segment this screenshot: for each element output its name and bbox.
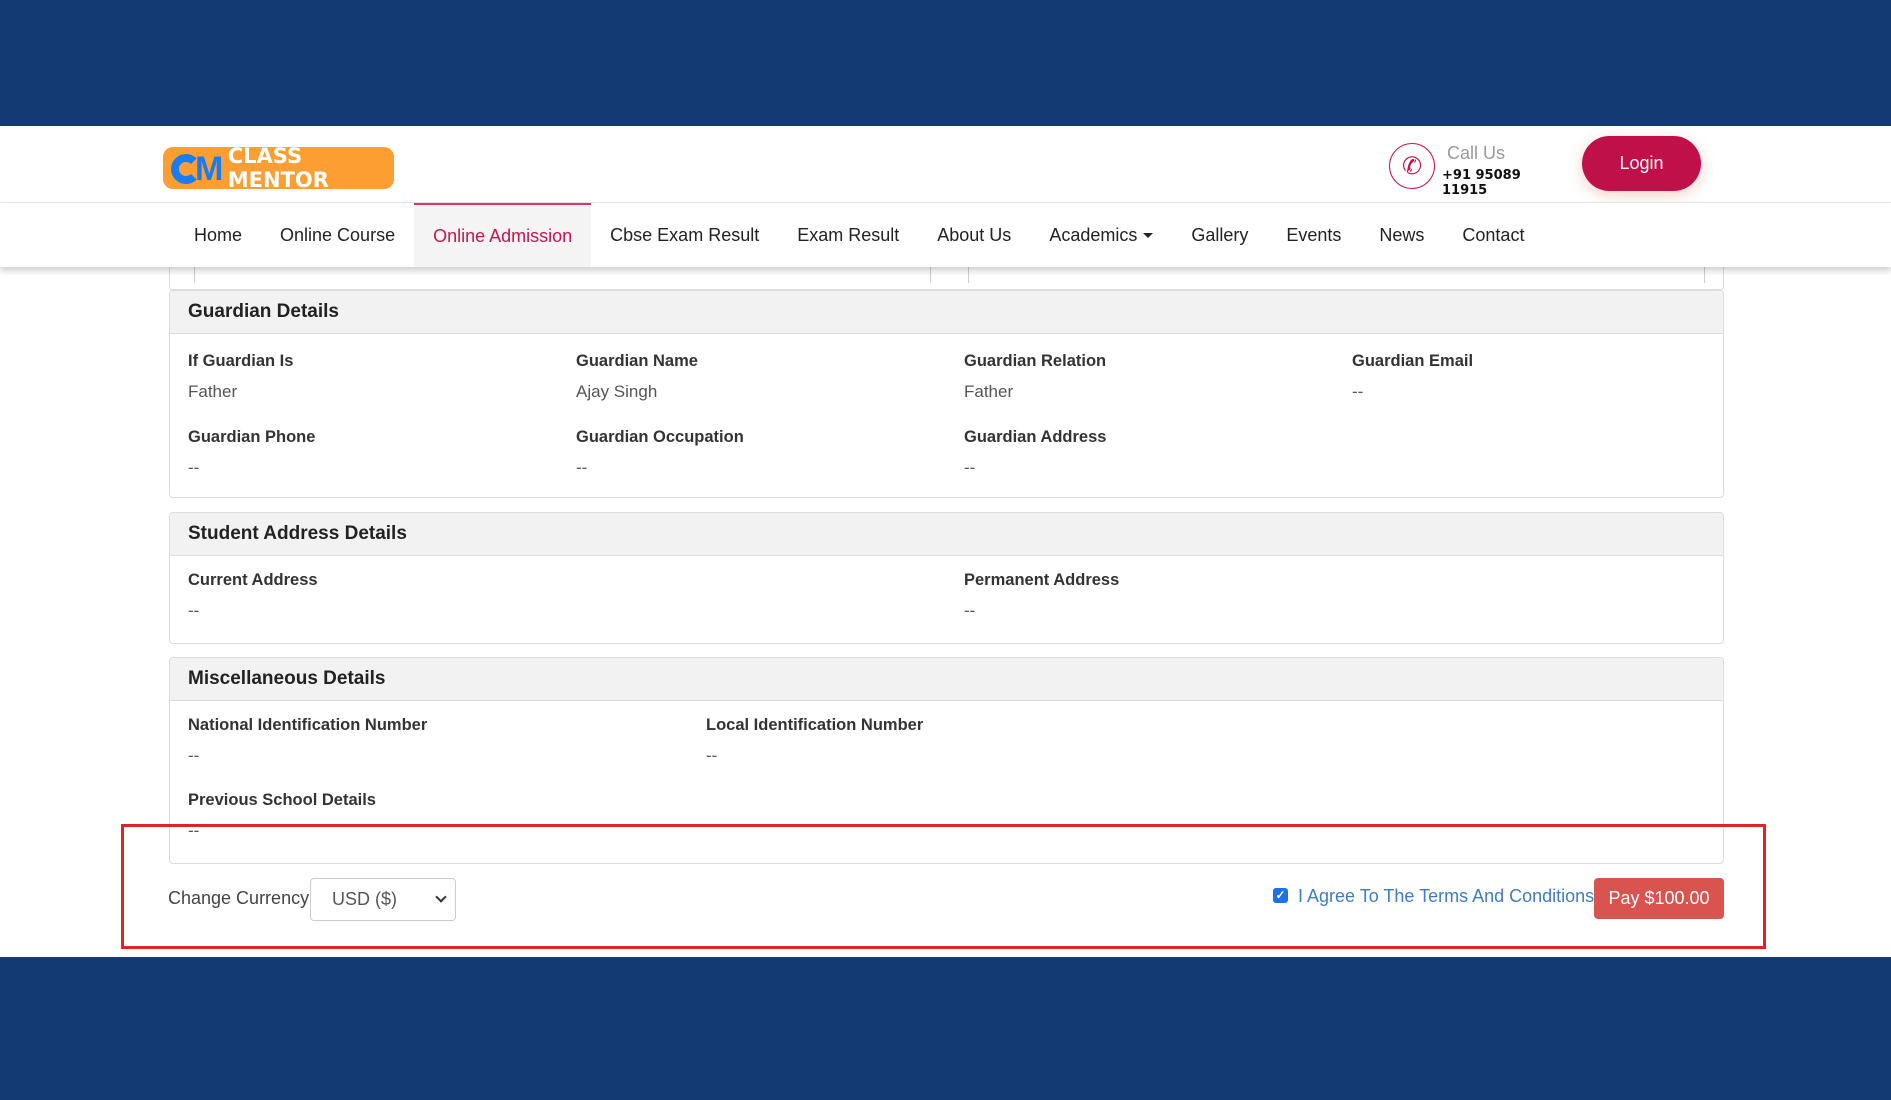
field-national-id: National Identification Number -- bbox=[188, 716, 427, 766]
nav-label: Academics bbox=[1049, 224, 1138, 245]
nav-label: Exam Result bbox=[797, 224, 900, 245]
field-label: If Guardian Is bbox=[188, 352, 294, 370]
pay-button[interactable]: Pay $100.00 bbox=[1594, 878, 1724, 919]
currency-select[interactable]: USD ($) bbox=[310, 878, 456, 921]
field-label: Previous School Details bbox=[188, 791, 376, 809]
previous-field bbox=[968, 267, 1705, 283]
nav-item-online-admission[interactable]: Online Admission bbox=[414, 203, 592, 267]
nav-item-about-us[interactable]: About Us bbox=[918, 203, 1030, 267]
field-label: Permanent Address bbox=[964, 571, 1120, 589]
field-guardian-email: Guardian Email -- bbox=[1352, 352, 1473, 402]
field-label: National Identification Number bbox=[188, 716, 428, 734]
nav-item-news[interactable]: News bbox=[1360, 203, 1443, 267]
field-guardian-relation: Guardian Relation Father bbox=[964, 352, 1106, 402]
nav-item-cbse-exam-result[interactable]: Cbse Exam Result bbox=[591, 203, 778, 267]
call-us: ✆ Call Us +91 95089 11915 bbox=[1389, 141, 1549, 198]
nav-label: Online Course bbox=[280, 224, 396, 245]
nav-item-exam-result[interactable]: Exam Result bbox=[778, 203, 918, 267]
logo-mark-icon: M bbox=[171, 152, 224, 186]
field-label: Guardian Email bbox=[1352, 352, 1474, 370]
field-value: -- bbox=[964, 601, 976, 620]
nav-label: Cbse Exam Result bbox=[610, 224, 760, 245]
nav-item-gallery[interactable]: Gallery bbox=[1172, 203, 1267, 267]
student-address-card: Student Address Details Current Address … bbox=[169, 512, 1724, 644]
nav-label: About Us bbox=[937, 224, 1012, 245]
guardian-details-card: Guardian Details If Guardian Is Father G… bbox=[169, 290, 1724, 498]
field-local-id: Local Identification Number -- bbox=[706, 716, 923, 766]
chevron-down-icon bbox=[435, 891, 447, 903]
field-current-address: Current Address -- bbox=[188, 571, 318, 621]
nav-item-home[interactable]: Home bbox=[175, 203, 261, 267]
logo-text: CLASS MENTOR bbox=[227, 144, 329, 192]
field-guardian-address: Guardian Address -- bbox=[964, 428, 1106, 478]
nav-item-academics[interactable]: Academics bbox=[1030, 203, 1172, 267]
page: M CLASS MENTOR ✆ Call Us +91 95089 11915… bbox=[0, 126, 1891, 957]
nav-label: News bbox=[1379, 224, 1425, 245]
agree-terms-link[interactable]: I Agree To The Terms And Conditions bbox=[1298, 886, 1594, 907]
nav-label: Events bbox=[1286, 224, 1342, 245]
card-title: Miscellaneous Details bbox=[170, 658, 1723, 701]
field-label: Local Identification Number bbox=[706, 716, 924, 734]
field-label: Guardian Relation bbox=[964, 352, 1107, 370]
field-value: -- bbox=[964, 458, 976, 477]
field-previous-school: Previous School Details -- bbox=[188, 791, 376, 841]
field-value: -- bbox=[1352, 382, 1364, 401]
card-title: Student Address Details bbox=[170, 513, 1723, 556]
field-label: Guardian Address bbox=[964, 428, 1107, 446]
previous-section-edge bbox=[169, 267, 1724, 290]
field-value: -- bbox=[188, 821, 200, 840]
call-us-label: Call Us bbox=[1447, 143, 1506, 163]
top-background-band bbox=[0, 0, 1891, 126]
field-guardian-occupation: Guardian Occupation -- bbox=[576, 428, 744, 478]
field-guardian-phone: Guardian Phone -- bbox=[188, 428, 315, 478]
caret-down-icon bbox=[1143, 232, 1154, 238]
field-value: -- bbox=[576, 458, 588, 477]
login-button[interactable]: Login bbox=[1582, 136, 1701, 191]
field-value: Father bbox=[964, 382, 1014, 401]
field-value: -- bbox=[188, 746, 200, 765]
logo[interactable]: M CLASS MENTOR bbox=[163, 144, 394, 192]
field-label: Guardian Name bbox=[576, 352, 698, 370]
miscellaneous-card: Miscellaneous Details National Identific… bbox=[169, 657, 1724, 864]
nav-label: Gallery bbox=[1191, 224, 1249, 245]
field-value: -- bbox=[188, 601, 200, 620]
field-permanent-address: Permanent Address -- bbox=[964, 571, 1119, 621]
field-label: Guardian Phone bbox=[188, 428, 316, 446]
nav-label: Home bbox=[194, 224, 243, 245]
field-if-guardian-is: If Guardian Is Father bbox=[188, 352, 293, 402]
field-label: Guardian Occupation bbox=[576, 428, 744, 446]
main-nav: Home Online Course Online Admission Cbse… bbox=[0, 203, 1891, 267]
nav-label: Contact bbox=[1462, 224, 1525, 245]
field-value: Ajay Singh bbox=[576, 382, 658, 401]
previous-field bbox=[194, 267, 931, 283]
field-guardian-name: Guardian Name Ajay Singh bbox=[576, 352, 698, 402]
nav-item-online-course[interactable]: Online Course bbox=[261, 203, 414, 267]
card-title: Guardian Details bbox=[170, 291, 1723, 334]
change-currency-label: Change Currency: bbox=[168, 888, 315, 908]
agree-terms-checkbox[interactable]: ✓ bbox=[1273, 888, 1288, 903]
nav-item-events[interactable]: Events bbox=[1267, 203, 1360, 267]
field-label: Current Address bbox=[188, 571, 318, 589]
nav-label: Online Admission bbox=[433, 225, 573, 246]
site-header: M CLASS MENTOR ✆ Call Us +91 95089 11915… bbox=[0, 126, 1891, 203]
phone-icon: ✆ bbox=[1389, 143, 1435, 189]
bottom-background-band bbox=[0, 957, 1891, 1100]
call-us-number[interactable]: +91 95089 11915 bbox=[1442, 168, 1549, 198]
field-value: Father bbox=[188, 382, 238, 401]
field-value: -- bbox=[706, 746, 718, 765]
field-value: -- bbox=[188, 458, 200, 477]
currency-selected-value: USD ($) bbox=[332, 889, 398, 909]
nav-item-contact[interactable]: Contact bbox=[1443, 203, 1543, 267]
